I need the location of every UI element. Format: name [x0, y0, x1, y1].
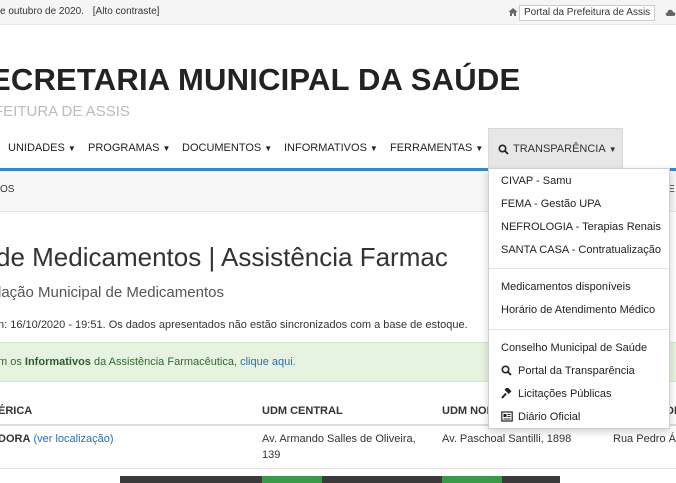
menu-item-santa-casa[interactable]: SANTA CASA - Contratualização	[501, 244, 661, 256]
home-icon	[508, 8, 518, 16]
menu-label: Diário Oficial	[518, 411, 581, 423]
view-location-link[interactable]: (ver localização)	[33, 433, 113, 445]
table-header-udm-central: UDM CENTRAL	[262, 405, 343, 417]
update-notice: n: 16/10/2020 - 19:51. Os dados apresent…	[0, 319, 468, 331]
nav-label: PROGRAMAS	[88, 142, 160, 154]
menu-item-horario[interactable]: Horário de Atendimento Médico	[501, 304, 655, 316]
nav-programas[interactable]: PROGRAMAS ▼	[88, 142, 170, 154]
alert-text: m os Informativos da Assistência Farmacê…	[0, 356, 296, 368]
table-cell-central-line1: Av. Armando Salles de Oliveira,	[262, 433, 416, 445]
nav-label: UNIDADES	[8, 142, 65, 154]
menu-item-diario-oficial[interactable]: Diário Oficial	[501, 411, 580, 423]
menu-item-licitacoes[interactable]: Licitações Públicas	[501, 388, 612, 400]
row-name: DORA	[0, 433, 31, 445]
menu-item-nefrologia[interactable]: NEFROLOGIA - Terapias Renais	[501, 221, 661, 233]
gavel-icon	[501, 388, 512, 399]
caret-down-icon: ▼	[369, 144, 378, 153]
caret-down-icon: ▼	[67, 144, 76, 153]
table-header-udm-norte: UDM NOR	[442, 405, 495, 417]
table-row-divider	[0, 468, 676, 469]
newspaper-icon	[501, 411, 513, 422]
page-subtitle: lação Municipal de Medicamentos	[0, 284, 224, 301]
nav-transparencia[interactable]: TRANSPARÊNCIA ▼	[488, 128, 623, 169]
nav-documentos[interactable]: DOCUMENTOS ▼	[182, 142, 272, 154]
page-title: de Medicamentos | Assistência Farmac	[0, 242, 448, 272]
search-icon	[498, 144, 509, 155]
cloud-icon[interactable]	[665, 8, 676, 16]
table-row-name: DORA (ver localização)	[0, 433, 114, 445]
nav-label: FERRAMENTAS	[390, 142, 473, 154]
alert-middle: da Assistência Farmacêutica,	[90, 356, 241, 368]
breadcrumb-text: OS	[0, 184, 15, 195]
site-title: ECRETARIA MUNICIPAL DA SAÚDE	[0, 62, 521, 97]
nav-label: DOCUMENTOS	[182, 142, 262, 154]
nav-label: INFORMATIVOS	[284, 142, 367, 154]
date-label: e outubro de 2020.	[0, 6, 84, 17]
alert-bold: Informativos	[24, 356, 91, 368]
top-bar: e outubro de 2020. [Alto contraste] Port…	[0, 0, 676, 25]
portal-prefeitura-button[interactable]: Portal da Prefeitura de Assis	[519, 5, 656, 21]
high-contrast-link[interactable]: [Alto contraste]	[93, 6, 160, 17]
menu-item-conselho[interactable]: Conselho Municipal de Saúde	[501, 342, 647, 354]
nav-ferramentas[interactable]: FERRAMENTAS ▼	[390, 142, 483, 154]
menu-label: Licitações Públicas	[518, 388, 612, 400]
caret-down-icon: ▼	[475, 144, 484, 153]
table-cell-central-line2: 139	[262, 449, 281, 461]
transparencia-dropdown: CIVAP - Samu FEMA - Gestão UPA NEFROLOGI…	[488, 168, 670, 429]
date-text: e outubro de 2020. [Alto contraste]	[0, 6, 159, 17]
search-icon	[501, 365, 512, 376]
menu-divider	[489, 268, 669, 269]
menu-item-medicamentos[interactable]: Medicamentos disponíveis	[501, 281, 631, 293]
nav-informativos[interactable]: INFORMATIVOS ▼	[284, 142, 378, 154]
site-subtitle: FEITURA DE ASSIS	[0, 103, 130, 120]
alert-prefix: m os	[0, 356, 25, 368]
menu-divider	[489, 329, 669, 330]
caret-down-icon: ▼	[162, 144, 171, 153]
availability-bar-norte	[442, 476, 502, 483]
caret-down-icon: ▼	[608, 145, 617, 154]
table-cell-norte: Av. Paschoal Santilli, 1898	[442, 433, 572, 445]
main-navbar: UNIDADES ▼ PROGRAMAS ▼ DOCUMENTOS ▼ INFORMA…	[0, 128, 676, 171]
menu-label: Portal da Transparência	[518, 365, 635, 377]
alert-link[interactable]: clique aqui.	[240, 356, 296, 368]
table-cell-extra: Rua Pedro Á	[613, 433, 676, 445]
table-header-farmacia: ÉRICA	[0, 405, 33, 417]
nav-label: TRANSPARÊNCIA	[513, 143, 606, 155]
caret-down-icon: ▼	[264, 144, 273, 153]
nav-unidades[interactable]: UNIDADES ▼	[8, 142, 76, 154]
menu-item-portal-transparencia[interactable]: Portal da Transparência	[501, 365, 635, 377]
availability-bar-central	[262, 476, 322, 483]
menu-item-fema[interactable]: FEMA - Gestão UPA	[501, 198, 601, 210]
menu-item-civap[interactable]: CIVAP - Samu	[501, 175, 572, 187]
